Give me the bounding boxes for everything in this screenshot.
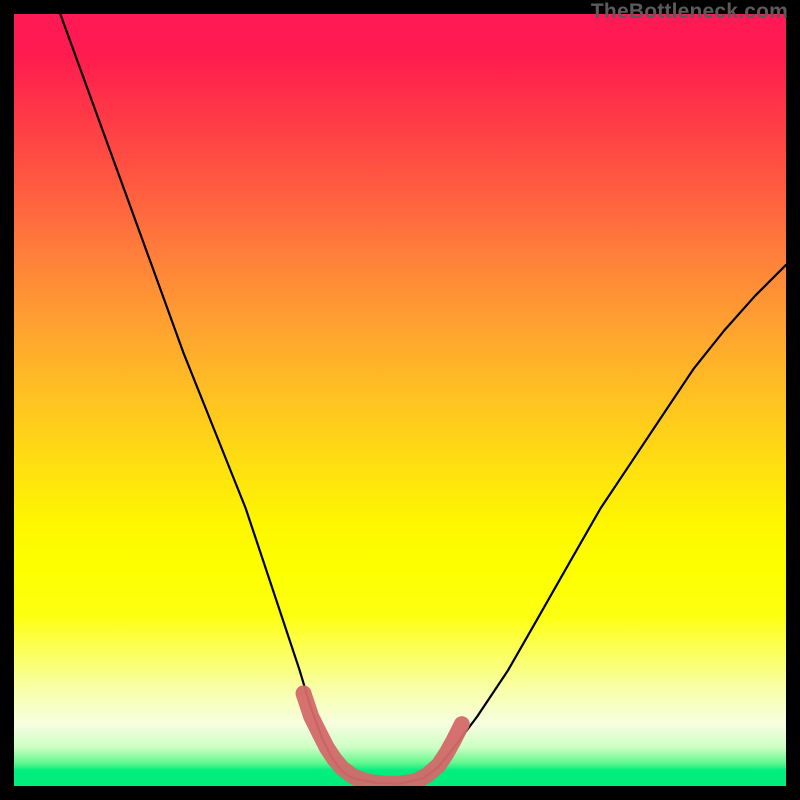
plot-frame <box>14 14 786 786</box>
curve-line <box>60 14 786 784</box>
chart-overlay <box>14 14 786 786</box>
chart-stage: TheBottleneck.com <box>0 0 800 800</box>
watermark-text: TheBottleneck.com <box>591 0 788 24</box>
highlight-line <box>304 693 462 783</box>
